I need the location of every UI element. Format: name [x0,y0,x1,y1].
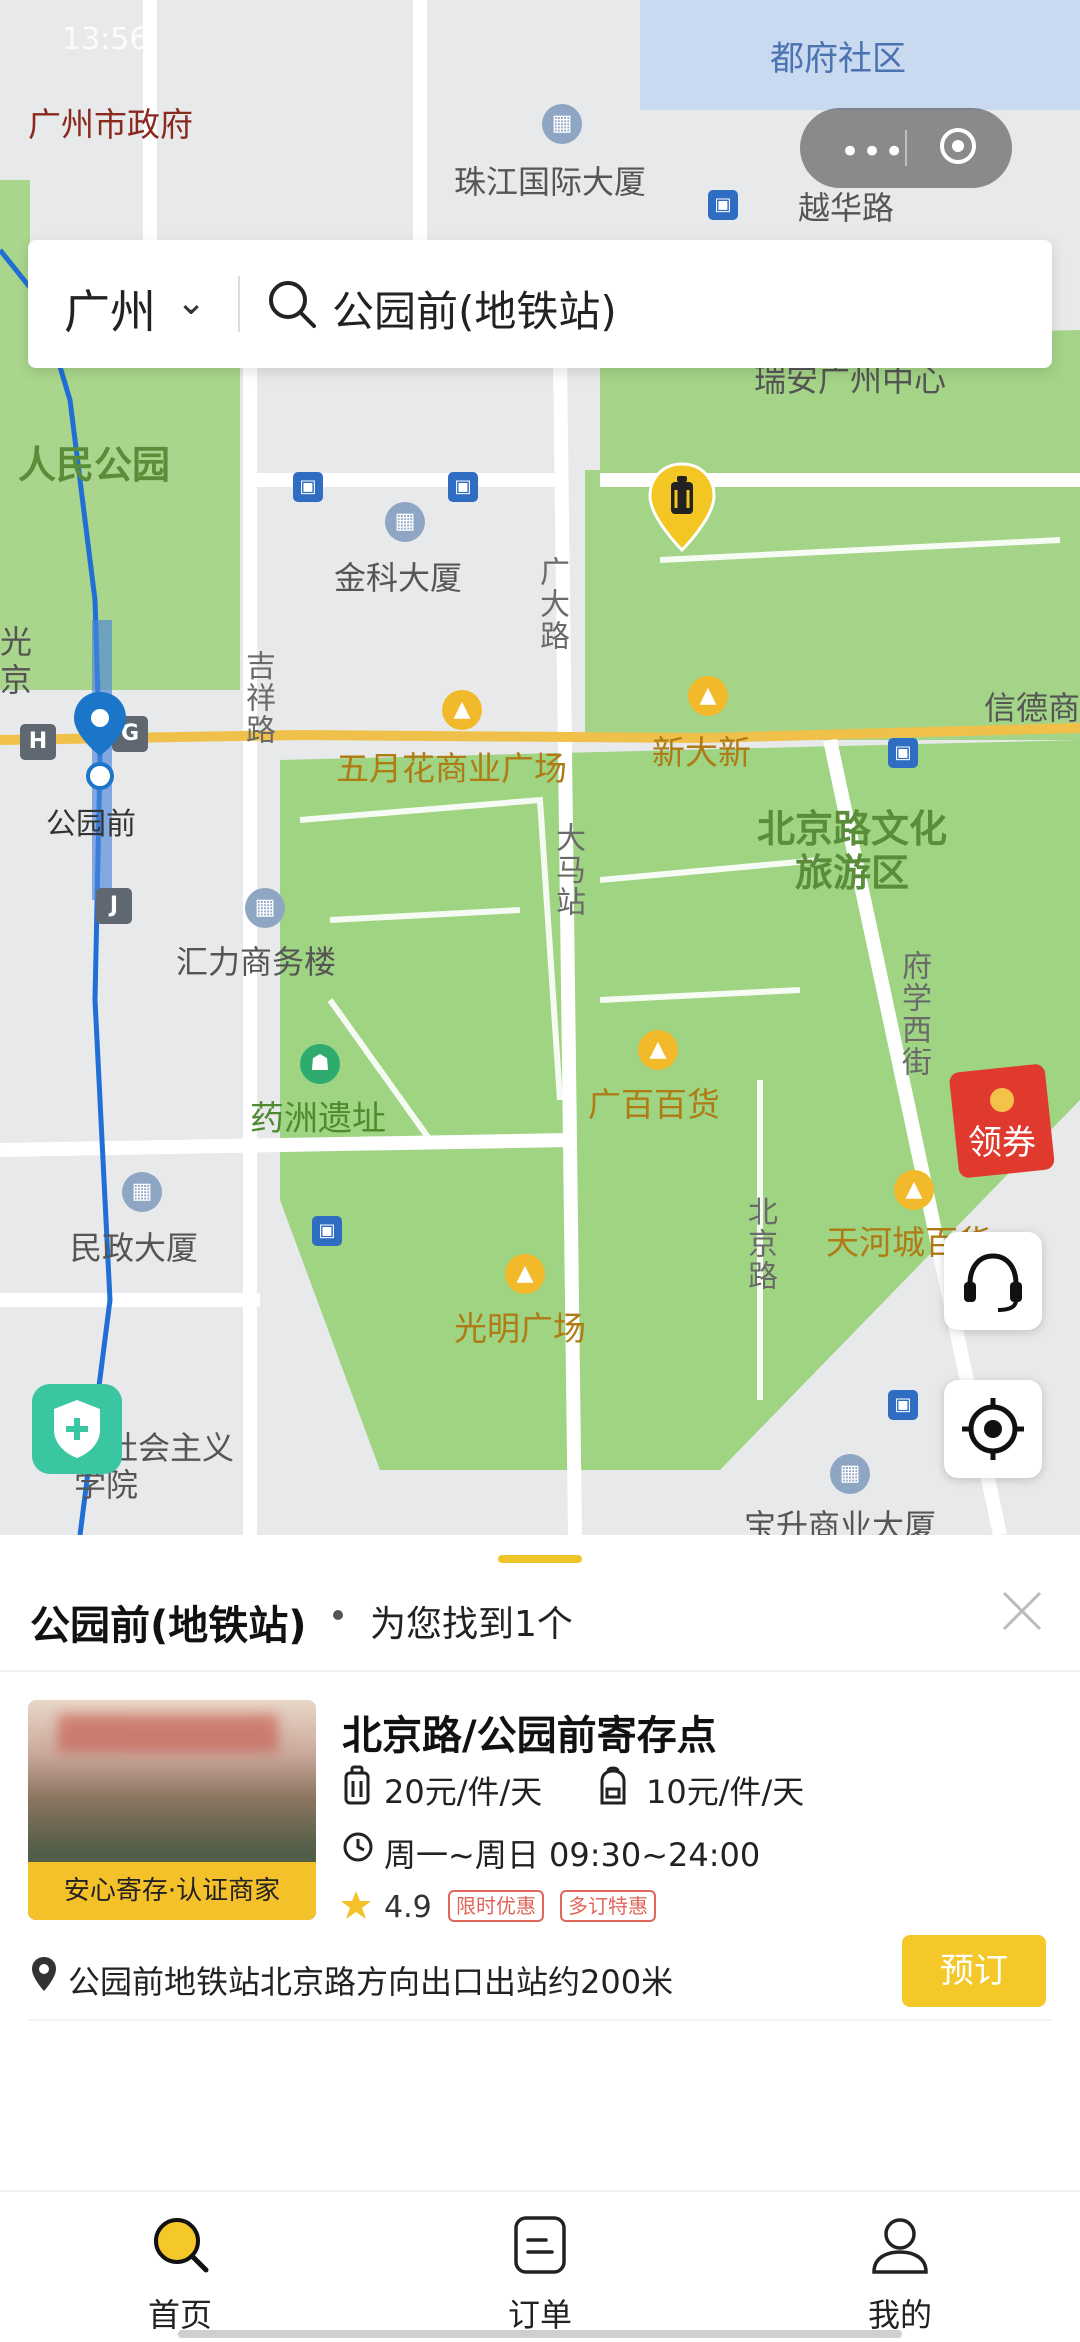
map-label-jinke: 金科大厦 [334,559,463,597]
map-label-minzheng: 民政大厦 [70,1229,199,1267]
bus-stop-icon[interactable]: ▣ [888,1390,918,1420]
map-label-yuehua: 越华路 [798,189,895,227]
more-dots-icon[interactable]: ••• [840,132,906,172]
map-label-guangming: 光明广场 [454,1309,586,1348]
road-label-beijinglu: 北京路 [742,1196,777,1292]
bus-stop-icon[interactable]: ▣ [293,472,323,502]
map-label-beijinglu-district: 北京路文化旅游区 [756,807,947,895]
building-icon[interactable]: ▦ [122,1172,162,1212]
map-label-zhujiang: 珠江国际大厦 [454,163,647,201]
building-icon[interactable]: ▦ [385,502,425,542]
map-label-dufu: 都府社区 [770,39,906,79]
customer-service-button[interactable] [944,1232,1042,1330]
store-name[interactable]: 北京路/公园前寄存点 [342,1703,717,1761]
coupon-redpacket-icon[interactable]: 领券 [948,1064,1058,1180]
building-icon[interactable]: ▦ [542,104,582,144]
coupon-label: 领券 [968,1123,1036,1163]
store-photo[interactable]: 安心寄存·认证商家 [28,1700,316,1920]
map-label-renmin-park: 人民公园 [18,443,171,487]
results-sheet: 公园前(地铁站) 为您找到1个 安心寄存·认证商家 北京路/公园前寄存点 20元… [0,1535,1080,2190]
location-pin-icon [32,1957,56,1991]
station-pin-icon[interactable] [70,690,130,790]
road-label-guangda: 广大路 [534,556,569,652]
exit-h-badge: H [20,724,56,760]
exit-j-badge: J [96,888,132,924]
status-time: 13:56 [62,22,149,57]
mall-icon[interactable]: ▲ [894,1170,934,1210]
shield-icon [54,1400,100,1458]
mall-icon[interactable]: ▲ [442,690,482,730]
bus-stop-icon[interactable]: ▣ [708,190,738,220]
search-icon [154,2218,209,2273]
mall-icon[interactable]: ▲ [638,1030,678,1070]
price-bag: 10元/件/天 [646,1773,805,1811]
sheet-divider [0,1670,1080,1672]
book-button[interactable]: 预订 [902,1935,1046,2007]
mini-program-capsule: ••• [800,108,1012,188]
map-label-gov: 广州市政府 [28,105,193,144]
city-selector[interactable]: 广州 [64,276,156,342]
map-label-baosheng: 宝升商业大厦 [744,1507,937,1535]
target-circle-icon[interactable] [940,128,976,164]
map-label-ruian: 瑞安广州中心 [754,361,947,399]
search-icon[interactable] [264,276,320,332]
close-icon[interactable] [996,1585,1048,1637]
price-luggage: 20元/件/天 [384,1773,543,1811]
road-label-fuxuexi: 府学西街 [896,950,931,1078]
bus-stop-icon[interactable]: ▣ [312,1216,342,1246]
road-label-damazhan: 大马站 [550,822,585,918]
map-label-xindexiang: 信德商 [984,689,1080,727]
headset-icon [964,1253,1022,1312]
locate-button[interactable] [944,1380,1042,1478]
search-divider [238,276,240,332]
map-label-wuyuehua: 五月花商业广场 [336,749,567,788]
scenic-icon[interactable]: ☗ [300,1044,340,1084]
bus-stop-icon[interactable]: ▣ [448,472,478,502]
map-label-xindaxin: 新大新 [652,733,751,772]
store-rating: 4.9 [384,1890,432,1925]
clock-icon [343,1832,373,1862]
tab-profile[interactable]: 我的 [800,2192,1000,2342]
store-photo-blur [58,1714,278,1752]
map-label-jing: 京 [0,661,33,699]
home-indicator[interactable] [178,2330,902,2338]
profile-icon [872,2218,928,2274]
map-label-guang: 光 [0,623,33,661]
luggage-icon [344,1765,370,1805]
result-count: 为您找到1个 [370,1604,573,1645]
map-view[interactable]: ▦ ▦ ▦ ▦ ▦ ▲ ▲ ▲ ▲ ▲ ☗ ▣ ▣ ▣ ▣ ▣ ▣ H G J … [0,0,1080,1535]
bottom-tab-bar: 首页 订单 我的 [0,2190,1080,2342]
tag-multi-order: 多订特惠 [560,1890,656,1922]
star-icon [341,1891,371,1919]
backpack-icon [600,1766,626,1805]
chevron-down-icon[interactable]: ⌄ [176,282,206,323]
tag-limited-offer: 限时优惠 [448,1890,544,1922]
station-label: 公园前 [46,807,136,842]
building-icon[interactable]: ▦ [245,888,285,928]
safety-shield-button[interactable] [32,1384,122,1474]
search-bar: 广州 ⌄ 公园前(地铁站) [28,240,1052,368]
mall-icon[interactable]: ▲ [505,1254,545,1294]
map-label-yaozhou: 药洲遗址 [250,1099,386,1139]
sheet-title: 公园前(地铁站) [30,1603,307,1649]
luggage-locker-pin-icon[interactable] [646,462,718,554]
capsule-divider [905,130,907,166]
map-label-guangbai: 广百百货 [588,1085,720,1124]
certified-badge: 安心寄存·认证商家 [28,1862,316,1920]
locate-icon [962,1398,1024,1460]
sheet-title-dot [333,1610,343,1620]
search-input[interactable]: 公园前(地铁站) [332,278,617,339]
store-address: 公园前地铁站北京路方向出口出站约200米 [68,1963,674,2001]
road-label-jixiang: 吉祥路 [240,650,275,746]
order-icon [514,2216,566,2274]
sheet-drag-handle[interactable] [498,1555,582,1563]
tab-orders[interactable]: 订单 [440,2192,640,2342]
bus-stop-icon[interactable]: ▣ [888,738,918,768]
tab-home[interactable]: 首页 [80,2192,280,2342]
mall-icon[interactable]: ▲ [688,676,728,716]
building-icon[interactable]: ▦ [830,1454,870,1494]
opening-hours: 周一~周日 09:30~24:00 [384,1836,761,1874]
map-label-huili: 汇力商务楼 [176,943,337,981]
card-divider [28,2019,1052,2021]
